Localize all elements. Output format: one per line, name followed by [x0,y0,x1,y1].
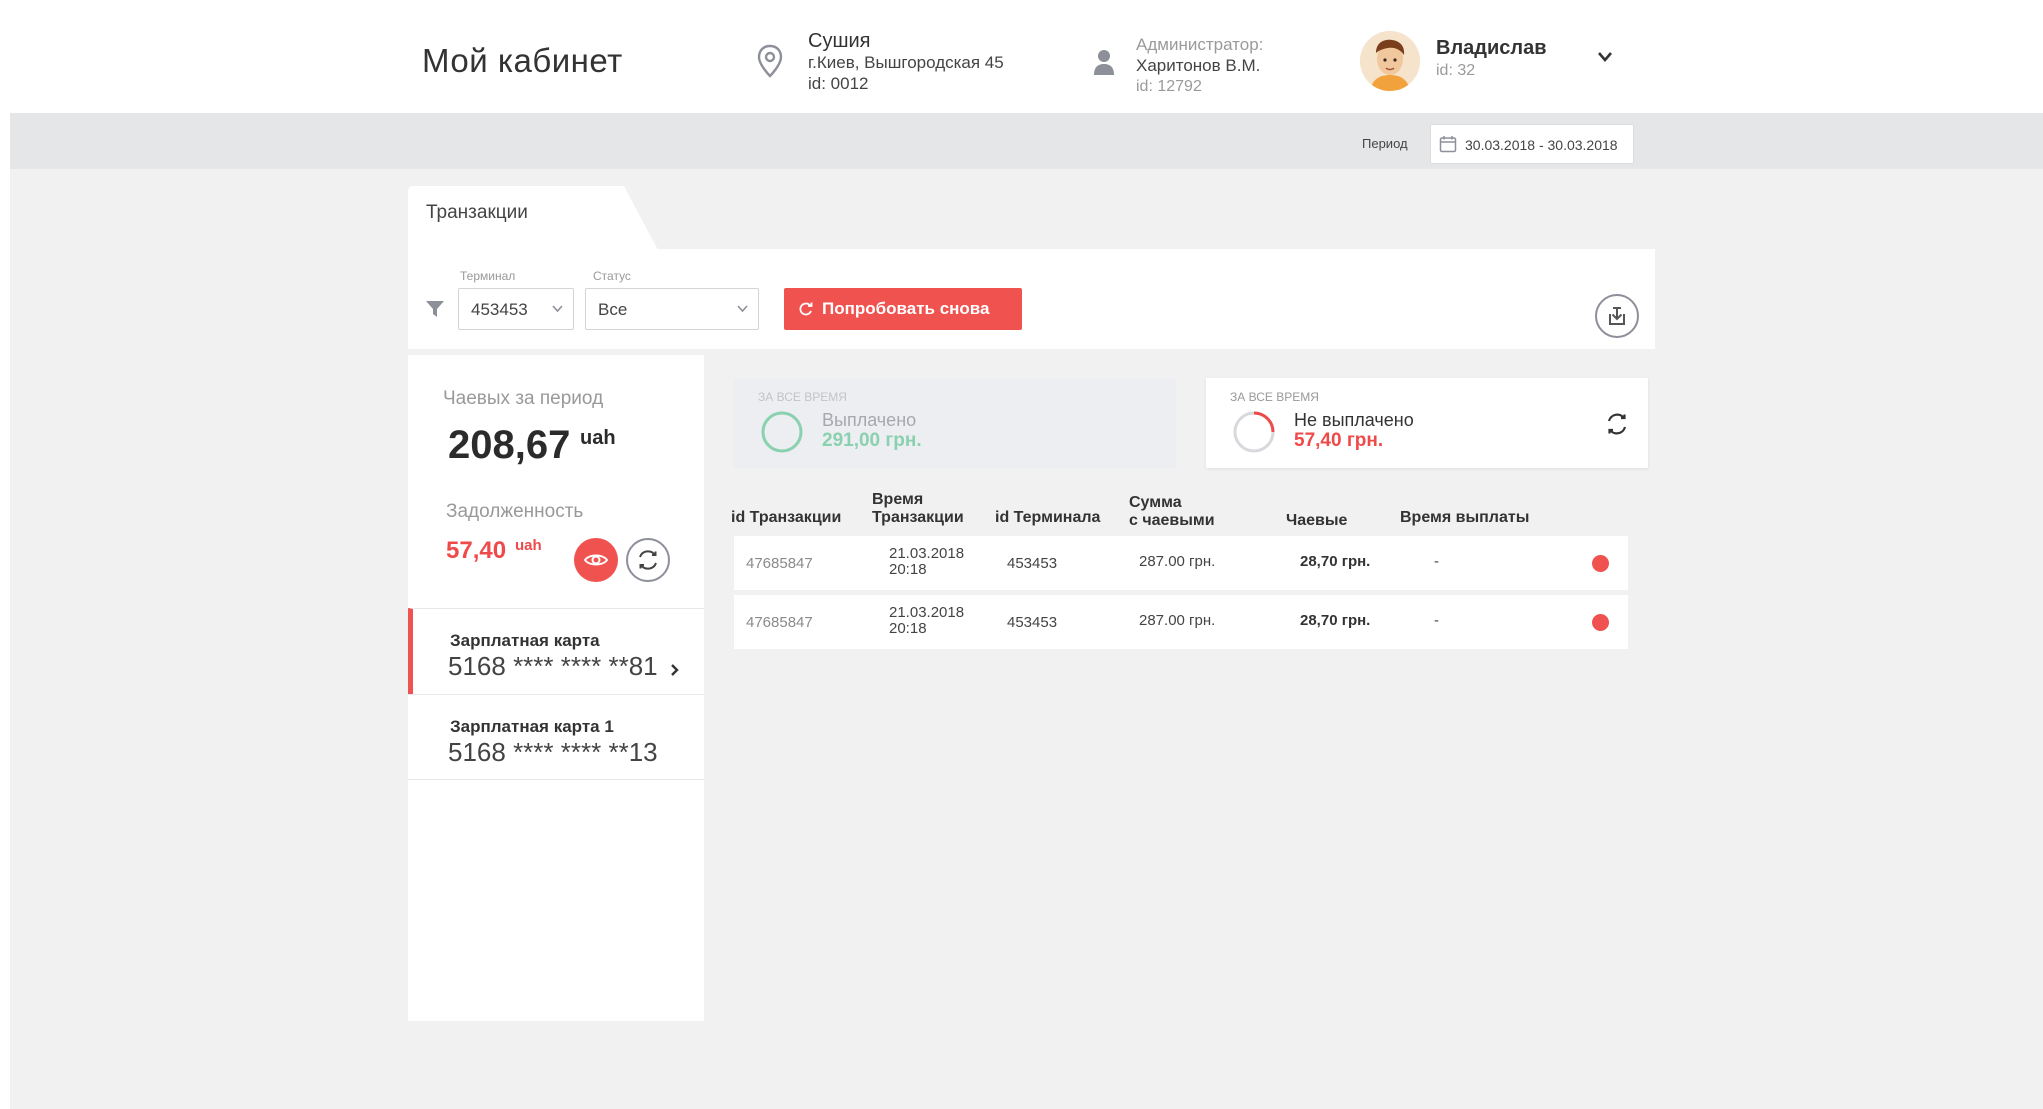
tips-sidebar: Чаевых за период 208,67 uah Задолженност… [408,355,704,1021]
cell-sum: 287.00 грн. [1139,553,1216,570]
retry-button[interactable]: Попробовать снова [784,288,1022,330]
unpaid-progress-ring [1233,411,1275,453]
cell-tips: 28,70 грн. [1300,612,1371,629]
user-name: Владислав [1436,37,1547,59]
column-header-payout-time: Время выплаты [1400,509,1530,526]
unpaid-caption: ЗА ВСЕ ВРЕМЯ [1230,390,1319,404]
period-date-picker[interactable]: 30.03.2018 - 30.03.2018 [1430,124,1634,164]
card-item-salary-1[interactable]: Зарплатная карта 1 5168 **** **** **13 [408,694,704,780]
cell-payout: - [1434,553,1439,570]
location-name: Сушия [808,30,871,52]
page-title: Мой кабинет [422,42,623,79]
export-button[interactable] [1595,294,1639,338]
admin-role: Администратор: [1136,35,1264,54]
cell-tx-date: 21.03.2018 [889,545,965,562]
paid-caption: ЗА ВСЕ ВРЕМЯ [758,390,847,404]
status-select[interactable]: Все [585,288,759,330]
avatar[interactable] [1360,31,1420,91]
card-number: 5168 **** **** **13 [448,737,658,767]
refresh-icon[interactable] [1604,410,1630,438]
paid-summary-card: ЗА ВСЕ ВРЕМЯ Выплачено 291,00 грн. [734,378,1176,468]
cell-sum: 287.00 грн. [1139,612,1216,629]
retry-button-label: Попробовать снова [822,299,990,318]
column-header-terminal-id: id Терминала [995,509,1101,526]
admin-id: id: 12792 [1136,78,1202,95]
top-header: Мой кабинет Сушия г.Киев, Вышгородская 4… [10,6,2043,114]
calendar-icon [1439,136,1457,153]
cell-tx-time: 21.03.2018 20:18 [889,546,964,578]
tips-label: Чаевых за период [443,388,604,409]
card-number: 5168 **** **** **81 [448,651,658,681]
refresh-debt-button[interactable] [626,538,670,582]
period-bar: Период 30.03.2018 - 30.03.2018 [10,114,2043,169]
card-name: Зарплатная карта [450,631,600,650]
cell-tx-date: 21.03.2018 [889,604,965,621]
cell-terminal: 453453 [1007,555,1058,572]
debt-label: Задолженность [446,501,584,522]
location-address: г.Киев, Вышгородская 45 [808,53,1004,72]
location-pin-icon [757,44,783,78]
card-item-salary[interactable]: Зарплатная карта 5168 **** **** **81 [408,608,704,694]
chevron-down-icon [552,305,563,313]
avatar-face-icon [1360,31,1420,91]
paid-progress-ring [761,411,803,453]
app-frame: Мой кабинет Сушия г.Киев, Вышгородская 4… [10,6,2043,1109]
column-header-sum-line1: Сумма [1129,494,1182,511]
refresh-icon [799,302,813,316]
filter-icon [426,301,444,317]
location-info: Сушия г.Киев, Вышгородская 45 id: 0012 [808,30,1004,94]
chevron-right-icon [671,664,679,676]
status-dot [1592,555,1609,572]
show-debt-button[interactable] [574,538,618,582]
user-info[interactable]: Владислав id: 32 [1436,36,1547,82]
cell-terminal: 453453 [1007,614,1058,631]
user-id: id: 32 [1436,62,1476,79]
cell-tx-time: 21.03.2018 20:18 [889,605,964,637]
cell-payout: - [1434,612,1439,629]
cell-tx-hour: 20:18 [889,561,927,578]
period-value: 30.03.2018 - 30.03.2018 [1465,137,1618,153]
location-id: id: 0012 [808,74,869,93]
download-icon [1609,307,1625,325]
unpaid-summary-card: ЗА ВСЕ ВРЕМЯ Не выплачено 57,40 грн. [1206,378,1648,468]
status-select-value: Все [598,300,628,319]
person-icon [1094,50,1114,75]
admin-name: Харитонов В.М. [1136,56,1261,75]
terminal-select[interactable]: 453453 [458,288,574,330]
column-header-tx-time-line2: Транзакции [872,509,964,526]
refresh-icon [639,550,657,570]
unpaid-amount: 57,40 грн. [1294,430,1384,451]
debt-unit: uah [515,537,542,554]
admin-info: Администратор: Харитонов В.М. id: 12792 [1136,34,1263,97]
table-row[interactable]: 47685847 21.03.2018 20:18 453453 287.00 … [734,595,1628,649]
eye-icon [583,554,609,566]
column-header-sum-line2: с чаевыми [1129,512,1215,529]
column-header-tx-id: id Транзакции [731,509,842,526]
terminal-select-value: 453453 [471,300,528,319]
chevron-down-icon[interactable] [1595,50,1615,64]
unpaid-title: Не выплачено [1294,410,1414,430]
cell-tx-id: 47685847 [746,614,813,631]
paid-amount: 291,00 грн. [822,430,922,451]
cell-tx-hour: 20:18 [889,620,927,637]
filter-panel: Терминал 453453 Статус Все Попробовать с… [408,249,1655,349]
column-header-tips: Чаевые [1286,512,1348,529]
period-label: Период [1362,136,1408,151]
tips-value: 208,67 [448,423,571,467]
cell-tx-id: 47685847 [746,555,813,572]
status-label: Статус [593,269,631,283]
column-header-tx-time: Время Транзакции [872,491,964,527]
card-name: Зарплатная карта 1 [450,717,614,736]
column-header-sum: Сумма с чаевыми [1129,494,1215,530]
column-header-tx-time-line1: Время [872,491,924,508]
tips-unit: uah [580,427,616,449]
paid-title: Выплачено [822,410,917,430]
cell-tips: 28,70 грн. [1300,553,1371,570]
tab-transactions-label: Транзакции [426,202,528,223]
chevron-down-icon [737,305,748,313]
table-row[interactable]: 47685847 21.03.2018 20:18 453453 287.00 … [734,536,1628,590]
terminal-label: Терминал [460,269,516,283]
debt-value: 57,40 [446,537,507,564]
status-dot [1592,614,1609,631]
